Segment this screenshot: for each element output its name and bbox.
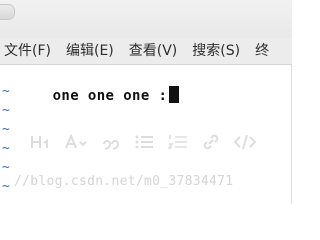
menu-item-view[interactable]: 查看(V) <box>123 38 187 64</box>
window-control-icon[interactable] <box>0 4 15 20</box>
menu-bar: 文件(F) 编辑(E) 查看(V) 搜索(S) 终 <box>0 38 292 65</box>
empty-line-marker: ~ <box>2 84 10 99</box>
terminal-window: 文件(F) 编辑(E) 查看(V) 搜索(S) 终 one one one : … <box>0 0 292 204</box>
watermark-url: //blog.csdn.net/m0_37834471 <box>14 174 234 189</box>
menu-item-search[interactable]: 搜索(S) <box>186 38 249 64</box>
right-edge <box>291 65 292 204</box>
empty-line-marker: ~ <box>2 122 10 137</box>
menu-item-file[interactable]: 文件(F) <box>0 38 60 64</box>
empty-line-marker: ~ <box>2 103 10 118</box>
heading-icon <box>31 136 48 148</box>
empty-line-marker: ~ <box>2 160 10 175</box>
editor-line-text: one one one : <box>52 88 168 104</box>
menu-item-terminal[interactable]: 终 <box>249 38 278 64</box>
ordered-list-icon <box>168 135 187 149</box>
editor-line-1: one one one : <box>2 67 180 104</box>
title-bar <box>0 0 292 38</box>
quote-icon <box>103 140 120 150</box>
menu-item-edit[interactable]: 编辑(E) <box>60 38 123 64</box>
text-color-icon <box>65 134 87 149</box>
empty-line-marker: ~ <box>2 179 10 194</box>
unordered-list-icon <box>135 135 153 149</box>
text-cursor <box>169 86 180 103</box>
code-icon <box>234 134 256 150</box>
empty-line-marker: ~ <box>2 141 10 156</box>
link-icon <box>203 134 219 150</box>
faded-editor-toolbar <box>30 134 256 150</box>
